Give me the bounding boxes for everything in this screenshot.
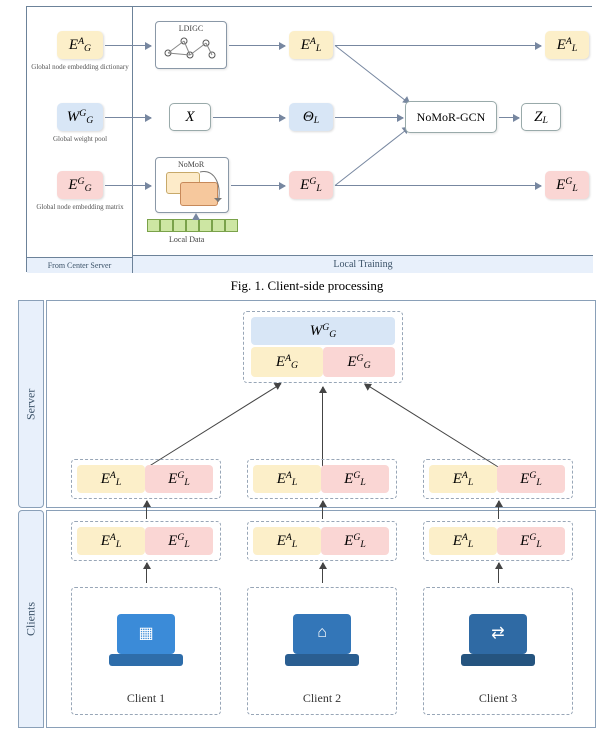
server-WGG: WGG bbox=[251, 317, 395, 345]
nomor-box: NoMoR bbox=[155, 157, 229, 213]
laptop-icon: ▦ bbox=[109, 614, 183, 670]
mid-ELA: EAL bbox=[289, 31, 333, 59]
arrow bbox=[322, 501, 323, 519]
client-3-box: ⇄ Client 3 bbox=[423, 587, 573, 715]
arrow bbox=[335, 127, 410, 186]
arrow bbox=[499, 117, 519, 118]
client-1-label: Client 1 bbox=[72, 691, 220, 706]
ldigc-label: LDIGC bbox=[156, 22, 226, 33]
laptop-icon: ⇄ bbox=[461, 614, 535, 670]
client-3-label: Client 3 bbox=[424, 691, 572, 706]
left-panel-label: From Center Server bbox=[27, 257, 132, 273]
arrow bbox=[213, 117, 285, 118]
arrow bbox=[365, 383, 500, 468]
arrow bbox=[105, 45, 151, 46]
arrow bbox=[231, 185, 285, 186]
server-tab: Server bbox=[18, 300, 44, 508]
ZL-box: ZL bbox=[521, 103, 561, 131]
laptop-icon: ⌂ bbox=[285, 614, 359, 670]
fig1-right-panel: LDIGC X NoMoR bbox=[133, 7, 593, 273]
client-1-box: ▦ Client 1 bbox=[71, 587, 221, 715]
arrow bbox=[229, 45, 285, 46]
arrow bbox=[335, 45, 541, 46]
arrow bbox=[147, 383, 282, 468]
input-EGG: EGG bbox=[57, 171, 103, 199]
input-EGA-desc: Global node embedding dictionary bbox=[30, 63, 130, 71]
local-data-label: Local Data bbox=[169, 235, 204, 244]
clients-tab: Clients bbox=[18, 510, 44, 728]
fig1-left-panel: EAG Global node embedding dictionary WGG… bbox=[27, 7, 133, 273]
out-ELG: EGL bbox=[545, 171, 589, 199]
arrow bbox=[335, 45, 410, 104]
fig1: EAG Global node embedding dictionary WGG… bbox=[26, 6, 592, 272]
arrow bbox=[335, 185, 541, 186]
clients-area: EAL EGL EAL EGL EAL EGL ▦ bbox=[46, 510, 596, 728]
client-2-label: Client 2 bbox=[248, 691, 396, 706]
arrow bbox=[105, 185, 151, 186]
arrow bbox=[322, 563, 323, 583]
arrow bbox=[335, 117, 403, 118]
right-panel-label: Local Training bbox=[133, 255, 593, 273]
nomor-gcn-box: NoMoR-GCN bbox=[405, 101, 497, 133]
arrow bbox=[498, 563, 499, 583]
arrow bbox=[322, 387, 323, 467]
fig2: Server Clients WGG EAG EGG EAL EGL EAL bbox=[18, 300, 596, 728]
arrow bbox=[105, 117, 151, 118]
local-data-cells bbox=[147, 219, 238, 232]
server-EGA: EAG bbox=[251, 347, 323, 377]
arrow bbox=[498, 501, 499, 519]
client-2-box: ⌂ Client 2 bbox=[247, 587, 397, 715]
arrow bbox=[146, 501, 147, 519]
out-ELA: EAL bbox=[545, 31, 589, 59]
fig1-caption: Fig. 1. Client-side processing bbox=[0, 278, 614, 294]
mid-ELG: EGL bbox=[289, 171, 333, 199]
arrow bbox=[146, 563, 147, 583]
input-EGA: EAG bbox=[57, 31, 103, 59]
input-WGG: WGG bbox=[57, 103, 103, 131]
input-WGG-desc: Global weight pool bbox=[30, 135, 130, 143]
ldigc-box: LDIGC bbox=[155, 21, 227, 69]
x-box: X bbox=[169, 103, 211, 131]
server-area: WGG EAG EGG EAL EGL EAL EGL EAL bbox=[46, 300, 596, 508]
input-EGG-desc: Global node embedding matrix bbox=[30, 203, 130, 211]
mid-ThetaL: ΘL bbox=[289, 103, 333, 131]
server-EGG: EGG bbox=[323, 347, 395, 377]
